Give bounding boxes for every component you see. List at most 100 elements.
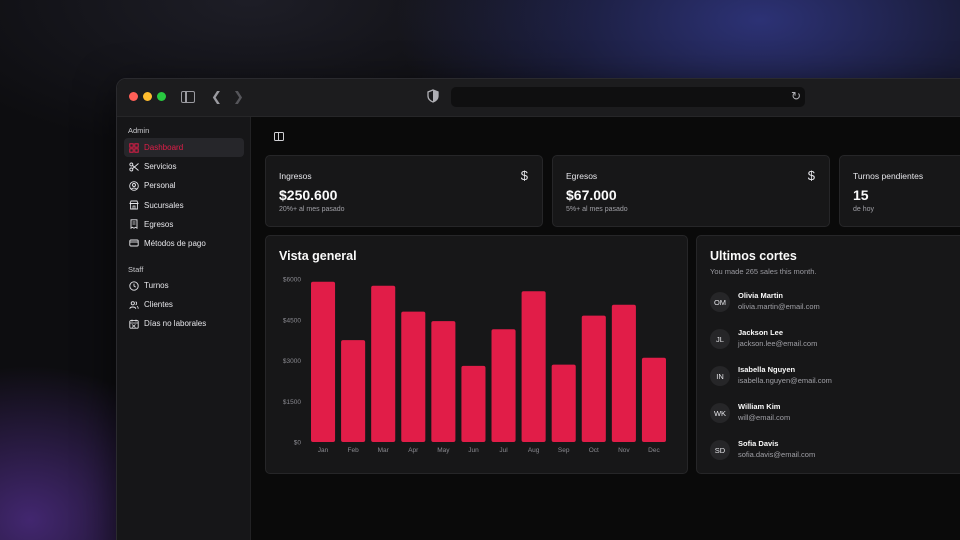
sale-item[interactable]: SD Sofia Davis sofia.davis@email.com (710, 439, 960, 467)
bar-sep[interactable] (551, 364, 576, 442)
sidebar-item-sucursales[interactable]: Sucursales (124, 196, 244, 215)
avatar: OM (710, 292, 730, 312)
sale-email: will@email.com (738, 413, 791, 422)
sidebar-item-label: Días no laborales (144, 319, 207, 329)
sale-email: olivia.martin@email.com (738, 302, 820, 311)
x-tick-label: Jun (468, 447, 479, 454)
y-tick-label: $0 (294, 440, 302, 447)
x-tick-label: Apr (408, 447, 419, 454)
x-tick-label: Nov (618, 447, 630, 454)
sale-email: isabella.nguyen@email.com (738, 376, 832, 385)
bar-oct[interactable] (581, 315, 606, 442)
sale-item[interactable]: WK William Kim will@email.com (710, 402, 960, 430)
dashboard-icon (129, 142, 139, 153)
store-icon (129, 200, 139, 210)
overview-card: Vista general $0 $1500 $3000 $4500 $6000 Jan F… (265, 235, 688, 474)
sale-name: Isabella Nguyen (738, 365, 796, 374)
dollar-icon: $ (807, 168, 815, 183)
receipt-icon (129, 219, 139, 230)
bar-mar[interactable] (371, 285, 396, 442)
forward-icon[interactable]: ❯ (233, 89, 244, 105)
y-tick-label: $6000 (283, 277, 301, 284)
stat-title: Egresos (566, 171, 598, 181)
bar-may[interactable] (431, 321, 456, 442)
sale-item[interactable]: OM Olivia Martin olivia.martin@email.com (710, 291, 960, 319)
x-tick-label: Feb (348, 447, 360, 454)
avatar: JL (710, 329, 730, 349)
sale-name: William Kim (738, 402, 781, 411)
sidebar-section-admin: Admin (128, 126, 150, 135)
x-tick-label: Jan (318, 447, 329, 454)
stat-card-egresos: Egresos $ $67.000 5%+ al mes pasado (552, 155, 830, 227)
users-icon (129, 300, 139, 310)
main-content: Ingresos $ $250.600 20%+ al mes pasado E… (252, 117, 960, 540)
sidebar-item-label: Dashboard (144, 143, 184, 152)
x-tick-label: Sep (558, 447, 570, 454)
bar-aug[interactable] (521, 291, 546, 442)
x-tick-label: May (437, 447, 450, 454)
recent-sales-title: Ultimos cortes (710, 249, 797, 263)
sale-item[interactable]: IN Isabella Nguyen isabella.nguyen@email… (710, 365, 960, 393)
sidebar-nav-staff: Turnos Clientes Días no laborales (124, 276, 244, 334)
bar-dec[interactable] (641, 357, 666, 442)
sidebar-item-label: Métodos de pago (144, 238, 206, 248)
sale-name: Sofia Davis (738, 439, 779, 448)
sale-email: sofia.davis@email.com (738, 450, 816, 459)
bar-jan[interactable] (311, 281, 336, 442)
shield-icon[interactable] (427, 89, 439, 103)
sidebar-item-label: Servicios (144, 162, 177, 172)
sidebar-item-dashboard[interactable]: Dashboard (124, 138, 244, 157)
bar-jul[interactable] (491, 329, 516, 442)
stat-card-ingresos: Ingresos $ $250.600 20%+ al mes pasado (265, 155, 543, 227)
sidebar-toggle-icon[interactable] (181, 91, 195, 103)
sidebar-item-personal[interactable]: Personal (124, 176, 244, 195)
sale-item[interactable]: JL Jackson Lee jackson.lee@email.com (710, 328, 960, 356)
sidebar-item-clientes[interactable]: Clientes (124, 295, 244, 314)
back-icon[interactable]: ❮ (211, 89, 222, 105)
bar-chart: $0 $1500 $3000 $4500 $6000 Jan Feb Mar Apr May Jun… (283, 277, 666, 454)
x-tick-label: Mar (378, 447, 390, 454)
stat-title: Turnos pendientes (853, 171, 924, 181)
recent-sales-subtitle: You made 265 sales this month. (710, 267, 817, 276)
sidebar-item-label: Personal (144, 181, 176, 191)
sale-name: Olivia Martin (738, 291, 784, 300)
stat-subtitle: de hoy (853, 206, 875, 213)
minimize-window-button[interactable] (143, 92, 152, 101)
x-tick-label: Jul (499, 447, 508, 454)
browser-window: ❮ ❯ ↻ Admin Dashboard Servicios Personal (116, 78, 960, 540)
avatar: IN (710, 366, 730, 386)
sale-name: Jackson Lee (738, 328, 784, 337)
scissors-icon (129, 162, 139, 172)
reload-icon[interactable]: ↻ (791, 89, 801, 103)
avatar: WK (710, 403, 730, 423)
bar-feb[interactable] (341, 340, 366, 442)
x-tick-label: Oct (589, 447, 599, 454)
sidebar-item-egresos[interactable]: Egresos (124, 215, 244, 234)
bar-jun[interactable] (461, 365, 486, 442)
bar-nov[interactable] (611, 304, 636, 442)
x-tick-label: Dec (648, 447, 660, 454)
panel-toggle-icon[interactable] (274, 132, 284, 141)
stat-value: 15 (853, 187, 869, 203)
dollar-icon: $ (520, 168, 528, 183)
sidebar-item-label: Egresos (144, 219, 174, 229)
sidebar-item-servicios[interactable]: Servicios (124, 157, 244, 176)
sidebar-item-turnos[interactable]: Turnos (124, 276, 244, 295)
clock-icon (129, 280, 139, 291)
sidebar-nav-admin: Dashboard Servicios Personal Sucursales … (124, 138, 244, 253)
sidebar-item-dias-no-laborales[interactable]: Días no laborales (124, 314, 244, 333)
bar-apr[interactable] (401, 311, 426, 442)
sidebar-item-metodos-de-pago[interactable]: Métodos de pago (124, 234, 244, 253)
sidebar-item-label: Turnos (144, 281, 169, 290)
sale-email: jackson.lee@email.com (738, 339, 818, 348)
recent-sales-card: Ultimos cortes You made 265 sales this m… (696, 235, 960, 474)
x-tick-label: Aug (528, 447, 540, 454)
stat-value: $67.000 (566, 187, 617, 203)
browser-titlebar: ❮ ❯ ↻ (117, 79, 960, 117)
stat-value: $250.600 (279, 187, 338, 203)
address-bar[interactable]: ↻ (451, 87, 805, 107)
maximize-window-button[interactable] (157, 92, 166, 101)
stat-card-turnos-pendientes: Turnos pendientes 15 de hoy (839, 155, 960, 227)
close-window-button[interactable] (129, 92, 138, 101)
user-circle-icon (129, 181, 139, 191)
